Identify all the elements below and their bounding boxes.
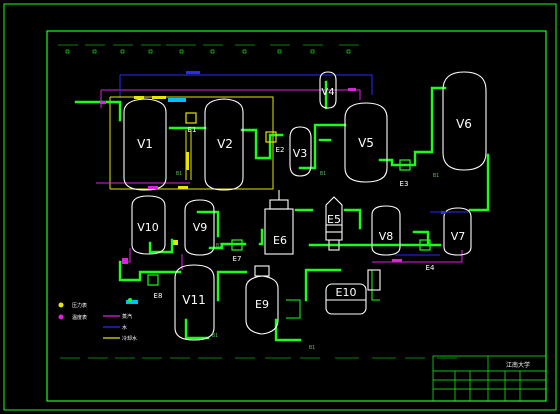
exchanger-e1[interactable]: E1 — [185, 112, 197, 134]
exchanger-e7-label: E7 — [233, 255, 242, 263]
legend-label: 蒸汽 — [122, 313, 132, 320]
vessel-v4-label: V4 — [321, 87, 334, 98]
vessel-e5[interactable]: E5 — [325, 196, 343, 251]
legend-label: 冷却水 — [122, 335, 137, 342]
vessel-v1[interactable]: V1 — [123, 98, 167, 191]
vessel-v7[interactable]: V7 — [443, 207, 472, 256]
thermometer-icon — [58, 314, 64, 320]
vessel-v1-label: V1 — [137, 137, 153, 151]
vessel-e9[interactable]: E9 — [245, 265, 279, 335]
pump-tag: B1 — [212, 333, 218, 339]
vessel-v11-label: V11 — [182, 293, 205, 307]
vessel-v6[interactable]: V6 — [442, 71, 487, 171]
vessel-v2[interactable]: V2 — [204, 98, 244, 191]
legend-label: 压力表 — [72, 302, 87, 309]
exchanger-e1-label: E1 — [188, 126, 197, 134]
vessel-v2-label: V2 — [217, 137, 233, 151]
legend-label: 温度表 — [72, 314, 87, 321]
vessel-v5-label: V5 — [358, 136, 374, 150]
legend-label: 水 — [122, 324, 127, 331]
exchanger-e8[interactable]: E8 — [147, 274, 163, 300]
pressure-gauge-icon — [58, 302, 64, 308]
pump-tag: B1 — [216, 243, 222, 249]
vessel-e6-label: E6 — [273, 234, 287, 247]
pump-tag: B1 — [320, 171, 326, 177]
vessel-v10[interactable]: V10 — [131, 195, 166, 255]
vessel-v6-label: V6 — [456, 117, 472, 131]
pump-tag: B1 — [309, 345, 315, 351]
vessel-v10-label: V10 — [137, 221, 159, 234]
vessel-v3-label: V3 — [293, 147, 308, 160]
vessel-e6[interactable]: E6 — [264, 190, 294, 255]
pump-tag: B1 — [433, 173, 439, 179]
exchanger-e2-label: E2 — [276, 146, 285, 154]
vessel-e10-label: E10 — [336, 286, 357, 299]
vessel-e9-label: E9 — [255, 298, 269, 311]
vessel-v4[interactable]: V4 — [319, 71, 337, 109]
vessel-v8[interactable]: V8 — [371, 205, 401, 256]
vessel-v8-label: V8 — [379, 230, 394, 243]
top-callouts — [58, 44, 359, 54]
vessel-v5[interactable]: V5 — [344, 102, 388, 183]
school-name: 江南大学 — [506, 361, 530, 369]
vessel-e5-label: E5 — [327, 213, 341, 226]
legend: 压力表 温度表 蒸汽 水 冷却水 — [58, 302, 137, 342]
exchanger-e3-label: E3 — [400, 180, 409, 188]
vessel-v9[interactable]: V9 — [184, 199, 215, 256]
exchanger-e8-label: E8 — [154, 292, 163, 300]
process-flow-diagram: V1 V2 V3 V4 V5 V6 V10 V9 E6 E5 V8 V7 V11… — [3, 3, 557, 411]
exchanger-e4-label: E4 — [426, 264, 435, 272]
vessel-v9-label: V9 — [193, 221, 208, 234]
vessel-v11[interactable]: V11 — [174, 264, 215, 341]
pump-tag: B1 — [176, 171, 182, 177]
vessel-v7-label: V7 — [451, 230, 466, 243]
outer-frame — [3, 3, 557, 411]
